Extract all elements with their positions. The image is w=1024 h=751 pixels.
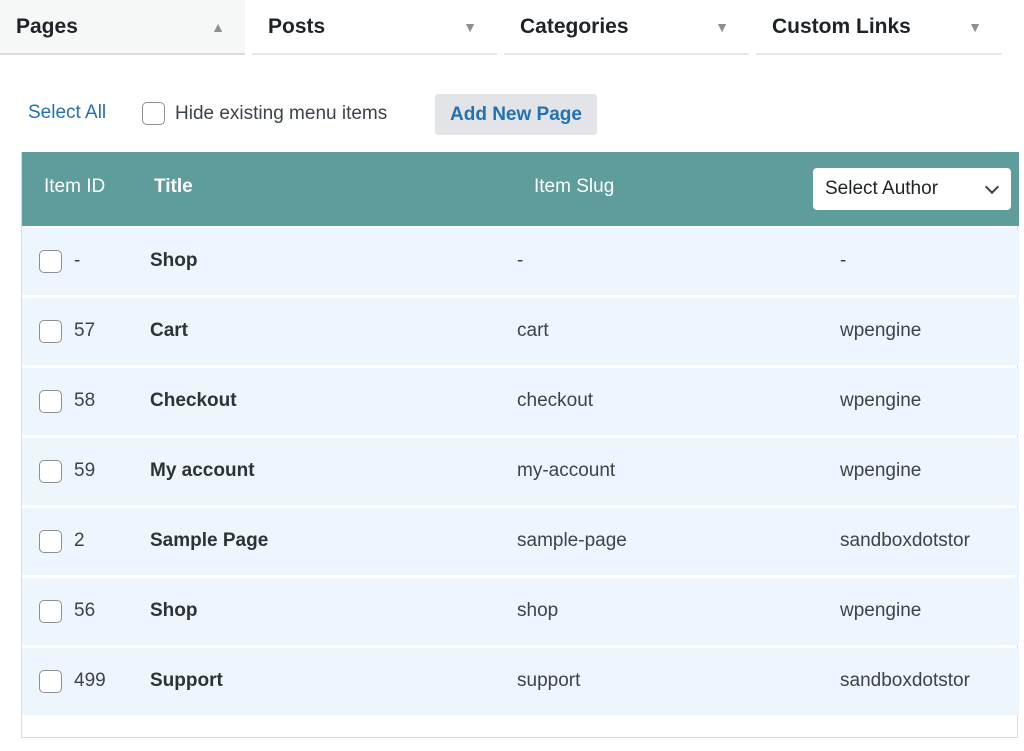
tab-label: Custom Links (772, 14, 911, 38)
row-slug: checkout (517, 390, 594, 411)
tab-categories[interactable]: Categories ▼ (504, 0, 749, 55)
row-checkbox[interactable] (39, 320, 62, 343)
row-item-id: 58 (74, 390, 96, 411)
tab-posts[interactable]: Posts ▼ (252, 0, 497, 55)
row-slug: my-account (517, 460, 616, 481)
row-title: Shop (150, 600, 198, 621)
row-checkbox[interactable] (39, 530, 62, 553)
hide-existing-checkbox[interactable] (142, 102, 165, 125)
table-row[interactable]: 56 Shop shop wpengine (22, 578, 1019, 645)
table-row[interactable]: 57 Cart cart wpengine (22, 298, 1019, 365)
row-slug: sample-page (517, 530, 627, 551)
row-checkbox[interactable] (39, 390, 62, 413)
triangle-down-icon: ▼ (968, 18, 982, 35)
row-checkbox[interactable] (39, 250, 62, 273)
row-item-id: 56 (74, 600, 96, 621)
row-slug: - (517, 250, 524, 271)
row-title: Cart (150, 320, 189, 341)
table-row[interactable]: 58 Checkout checkout wpengine (22, 368, 1019, 435)
row-author: sandboxdotstor (840, 670, 970, 691)
pages-table: Item ID Title Item Slug Select Author - … (21, 152, 1019, 738)
select-author-value: Select Author (825, 178, 939, 199)
row-author: wpengine (840, 600, 922, 621)
row-title: Sample Page (150, 530, 269, 551)
tab-custom-links[interactable]: Custom Links ▼ (756, 0, 1002, 55)
tab-pages[interactable]: Pages ▲ (0, 0, 245, 55)
row-item-id: - (74, 250, 81, 271)
select-all-link[interactable]: Select All (28, 102, 106, 124)
hide-existing-label: Hide existing menu items (175, 103, 388, 124)
toolbar: Select All Hide existing menu items Add … (0, 92, 1024, 136)
table-row[interactable]: 2 Sample Page sample-page sandboxdotstor (22, 508, 1019, 575)
row-author: wpengine (840, 460, 922, 481)
row-title: Support (150, 670, 223, 691)
row-author: wpengine (840, 390, 922, 411)
row-author: sandboxdotstor (840, 530, 970, 551)
row-item-id: 57 (74, 320, 96, 341)
add-new-page-button[interactable]: Add New Page (435, 94, 597, 135)
table-row[interactable]: 499 Support support sandboxdotstor (22, 648, 1019, 715)
header-title: Title (154, 176, 193, 197)
header-item-slug: Item Slug (534, 176, 615, 197)
tab-label: Categories (520, 14, 629, 38)
table-row[interactable]: - Shop - - (22, 228, 1019, 295)
table-header: Item ID Title Item Slug Select Author (22, 152, 1019, 226)
triangle-down-icon: ▼ (715, 18, 729, 35)
row-item-id: 2 (74, 530, 85, 551)
row-title: Checkout (150, 390, 237, 411)
row-slug: support (517, 670, 581, 691)
tab-label: Pages (16, 14, 78, 38)
chevron-down-icon (984, 179, 1000, 194)
row-checkbox[interactable] (39, 670, 62, 693)
select-author-dropdown[interactable]: Select Author (813, 168, 1011, 210)
triangle-up-icon: ▲ (211, 18, 225, 35)
row-checkbox[interactable] (39, 460, 62, 483)
table-row[interactable]: 59 My account my-account wpengine (22, 438, 1019, 505)
row-title: Shop (150, 250, 198, 271)
row-title: My account (150, 460, 255, 481)
menu-source-tabs: Pages ▲ Posts ▼ Categories ▼ Custom Link… (0, 0, 1024, 56)
row-slug: cart (517, 320, 549, 341)
row-checkbox[interactable] (39, 600, 62, 623)
row-item-id: 59 (74, 460, 96, 481)
tab-label: Posts (268, 14, 326, 38)
row-slug: shop (517, 600, 559, 621)
row-author: - (840, 250, 847, 271)
row-item-id: 499 (74, 670, 106, 691)
header-item-id: Item ID (44, 176, 106, 197)
triangle-down-icon: ▼ (463, 18, 477, 35)
row-author: wpengine (840, 320, 922, 341)
